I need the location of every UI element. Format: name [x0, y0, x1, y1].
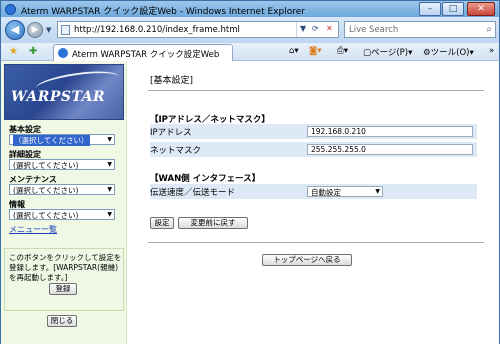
main-panel: [基本設定] 【IPアドレス／ネットマスク】 IPアドレス 192.168.0.… [128, 61, 500, 344]
close-button[interactable]: ✕ [467, 2, 495, 16]
transmission-label: 伝送速度／伝送モード [150, 188, 236, 198]
home-icon[interactable]: ⌂▾ [289, 46, 299, 56]
menu-list-link[interactable]: メニュー一覧 [9, 224, 57, 235]
info-select[interactable]: (選択してください) ▼ [9, 209, 115, 220]
warpstar-logo: WARPSTAR [4, 64, 124, 120]
minimize-button[interactable]: – [419, 2, 441, 16]
advanced-settings-select[interactable]: (選択してください) ▼ [9, 159, 115, 170]
url-text[interactable]: http://192.168.0.210/index_frame.html [74, 25, 240, 35]
basic-settings-select[interactable]: （選択してください） ▼ [9, 134, 115, 146]
tab-label: Aterm WARPSTAR クイック設定Web [72, 50, 220, 60]
top-page-button[interactable]: トップページへ戻る [262, 254, 352, 266]
netmask-row: ネットマスク 255.255.255.0 [150, 142, 477, 157]
ip-address-label: IPアドレス [150, 128, 192, 138]
chevron-down-icon: ▼ [107, 136, 112, 143]
transmission-select[interactable]: 自動設定 ▼ [307, 186, 383, 197]
netmask-input[interactable]: 255.255.255.0 [307, 144, 473, 155]
page-content: WARPSTAR 基本設定 （選択してください） ▼ 詳細設定 (選択してくださ… [0, 61, 500, 344]
page-menu-label: ページ(P) [371, 48, 409, 58]
page-title: [基本設定] [150, 76, 194, 86]
print-icon[interactable]: ⎙▾ [337, 46, 348, 56]
favorites-star-icon[interactable]: ★ [9, 46, 18, 57]
address-toolbar: ◀ ▶ ▼ http://192.168.0.210/index_frame.h… [0, 17, 500, 43]
netmask-label: ネットマスク [150, 146, 202, 156]
refresh-icon[interactable]: ⟳ [312, 24, 319, 33]
register-button[interactable]: 登録 [49, 283, 77, 295]
register-note: このボタンをクリックして設定を登録します。[WARPSTAR(親機)を再起動しま… [9, 253, 122, 282]
tab-current[interactable]: Aterm WARPSTAR クイック設定Web [53, 44, 233, 61]
url-dropdown-icon[interactable]: ▼ [300, 24, 306, 33]
tab-ie-icon [58, 48, 68, 58]
add-favorites-icon[interactable]: ✚ [29, 46, 37, 57]
set-button[interactable]: 設定 [150, 217, 174, 229]
ip-address-value: 192.168.0.210 [311, 127, 366, 136]
toolbar-overflow-icon[interactable]: » [489, 46, 494, 56]
page-menu[interactable]: ▢ページ(P)▾ [363, 46, 412, 58]
ip-address-row: IPアドレス 192.168.0.210 [150, 124, 477, 139]
address-input[interactable]: http://192.168.0.210/index_frame.html ▼ … [57, 21, 339, 38]
stop-icon[interactable]: ✕ [326, 24, 333, 33]
title-bar: Aterm WARPSTAR クイック設定Web - Windows Inter… [0, 0, 500, 17]
forward-button[interactable]: ▶ [27, 22, 43, 38]
address-actions: ▼ ⟳ ✕ [296, 22, 338, 37]
page-icon [61, 25, 70, 35]
chevron-down-icon: ▼ [107, 211, 112, 218]
maintenance-value: (選択してください) [13, 186, 79, 195]
ip-address-input[interactable]: 192.168.0.210 [307, 126, 473, 137]
chevron-down-icon: ▼ [107, 161, 112, 168]
maximize-button[interactable]: □ [442, 2, 464, 16]
revert-button[interactable]: 変更前に戻す [178, 217, 248, 229]
wan-section-heading: 【WAN側 インタフェース】 [150, 174, 261, 184]
search-placeholder: Live Search [349, 25, 399, 35]
info-value: (選択してください) [13, 211, 79, 220]
back-button[interactable]: ◀ [5, 20, 25, 40]
ie-logo-icon [5, 4, 16, 15]
title-divider [148, 90, 484, 91]
window-title: Aterm WARPSTAR クイック設定Web - Windows Inter… [21, 7, 305, 17]
register-note-box: このボタンをクリックして設定を登録します。[WARPSTAR(親機)を再起動しま… [4, 248, 124, 311]
search-icon[interactable]: ⌕ [486, 24, 492, 35]
tools-menu-label: ツール(O) [430, 48, 470, 58]
netmask-value: 255.255.255.0 [311, 145, 366, 154]
history-dropdown-icon[interactable]: ▼ [46, 26, 51, 34]
sidebar: WARPSTAR 基本設定 （選択してください） ▼ 詳細設定 (選択してくださ… [1, 61, 127, 344]
bottom-divider [148, 242, 484, 243]
transmission-value: 自動設定 [311, 188, 341, 197]
chevron-down-icon: ▼ [107, 186, 112, 193]
logo-text: WARPSTAR [11, 89, 106, 105]
chevron-down-icon: ▼ [375, 188, 380, 195]
search-input[interactable]: Live Search ⌕ [344, 21, 496, 38]
tools-menu[interactable]: ⚙ツール(O)▾ [423, 46, 474, 58]
basic-settings-value: （選択してください） [13, 135, 90, 146]
maintenance-select[interactable]: (選択してください) ▼ [9, 184, 115, 195]
close-page-button[interactable]: 閉じる [47, 315, 77, 327]
transmission-row: 伝送速度／伝送モード 自動設定 ▼ [150, 184, 477, 199]
tab-toolbar: ★ ✚ Aterm WARPSTAR クイック設定Web ⌂▾ ◙▾ ⎙▾ ▢ペ… [0, 43, 500, 61]
feeds-icon[interactable]: ◙▾ [309, 46, 322, 56]
advanced-settings-value: (選択してください) [13, 161, 79, 170]
